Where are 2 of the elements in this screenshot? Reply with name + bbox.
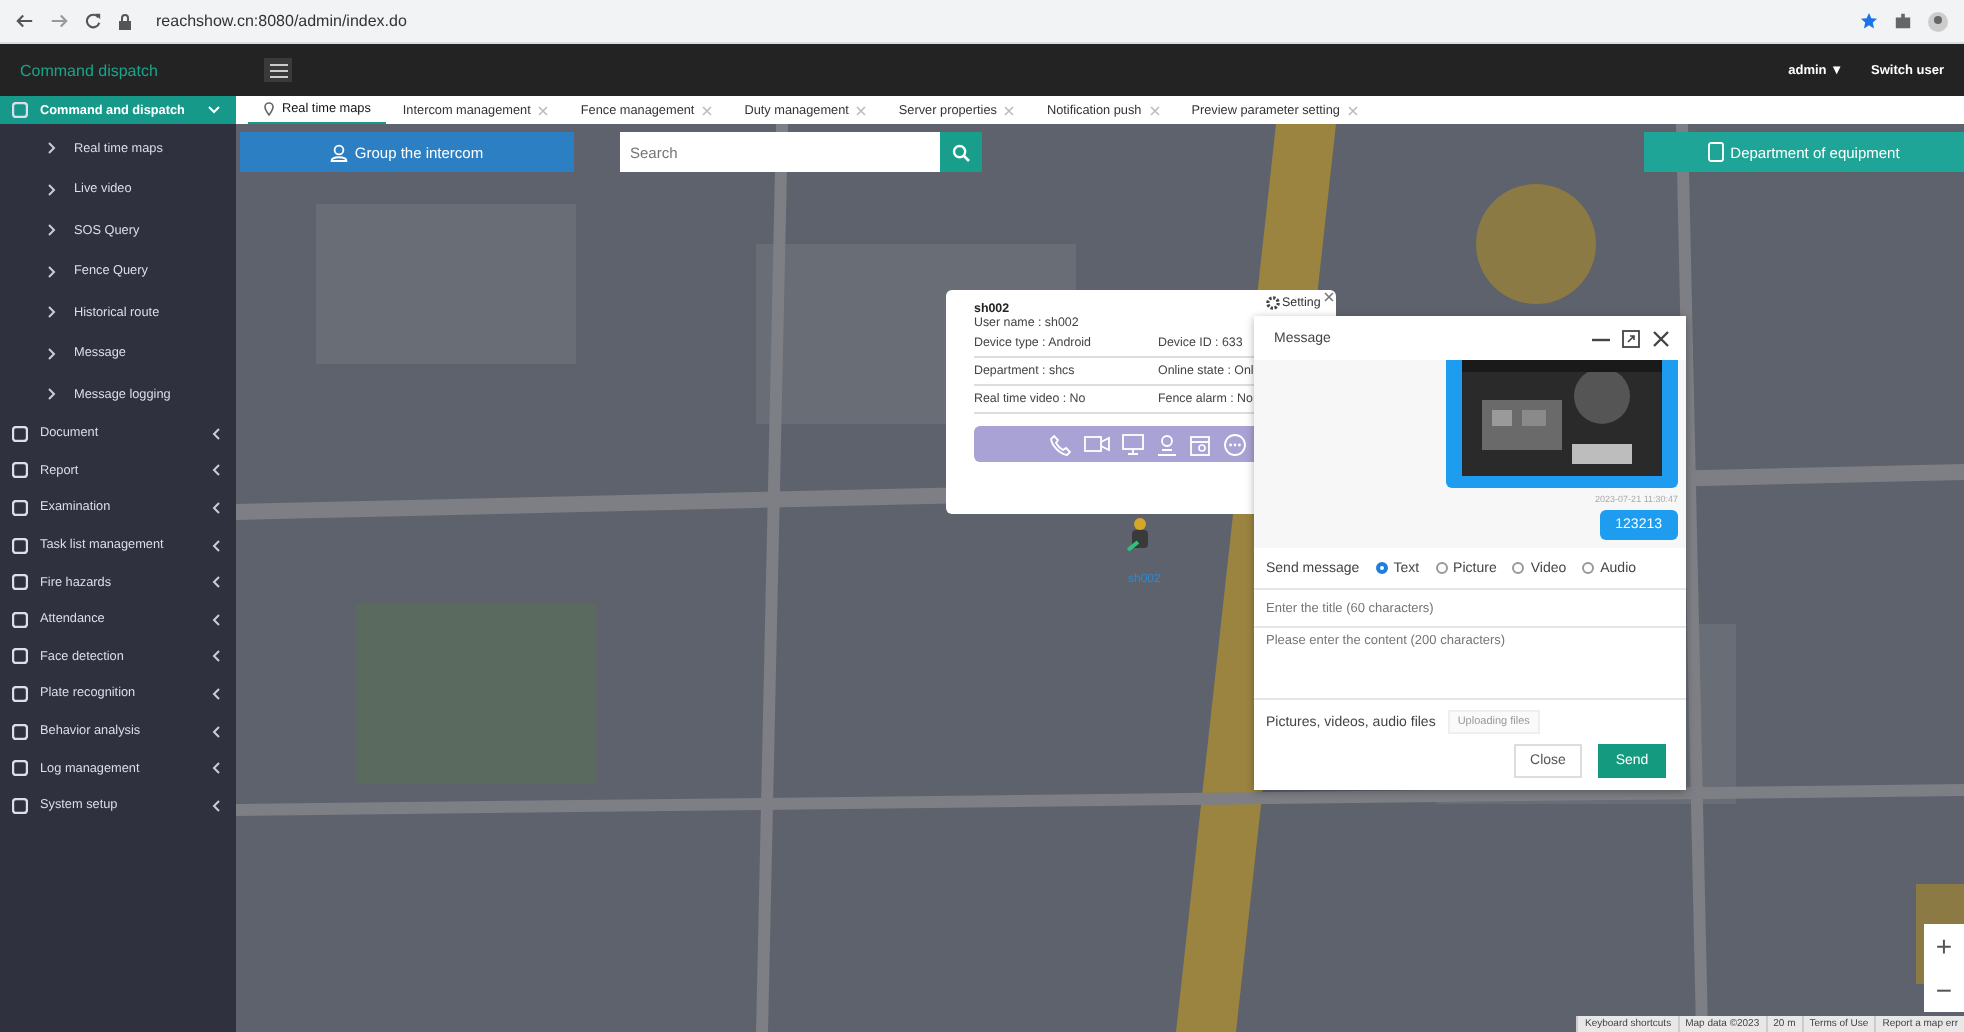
app-title: Command dispatch <box>18 61 160 79</box>
address-bar[interactable]: reachshow.cn:8080/admin/index.do <box>148 8 415 34</box>
